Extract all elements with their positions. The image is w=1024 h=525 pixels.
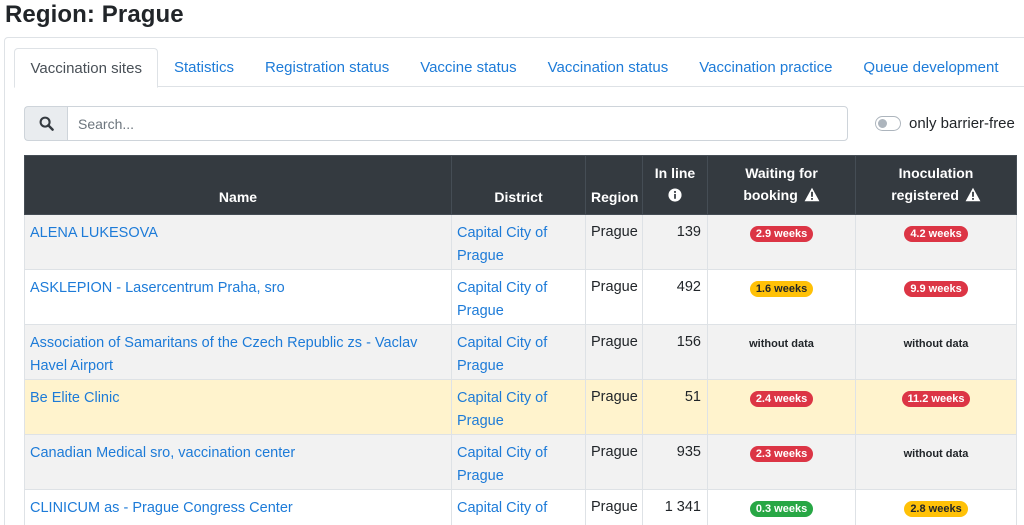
site-name-link[interactable]: Canadian Medical sro, vaccination center [30, 445, 295, 461]
tab-vaccination-status[interactable]: Vaccination status [532, 48, 684, 87]
table-row[interactable]: ASKLEPION - Lasercentrum Praha, sro Capi… [24, 269, 1017, 325]
site-name-link[interactable]: ALENA LUKESOVA [30, 225, 158, 241]
district-link[interactable]: Capital City of Prague [457, 280, 547, 319]
tab-vaccination-practice[interactable]: Vaccination practice [684, 48, 848, 87]
info-icon[interactable] [668, 186, 682, 208]
column-header-in-line[interactable]: In line [642, 155, 708, 215]
search-icon [24, 106, 67, 141]
site-name-link[interactable]: ASKLEPION - Lasercentrum Praha, sro [30, 280, 285, 296]
column-header-district[interactable]: District [451, 155, 586, 215]
table-row[interactable]: Canadian Medical sro, vaccination center… [24, 434, 1017, 490]
toggle-knob [878, 119, 887, 128]
waiting-badge: 2.3 weeks [749, 446, 814, 462]
district-link[interactable]: Capital City of Prague [457, 445, 547, 484]
district-link[interactable]: Capital City of Prague [457, 390, 547, 429]
site-name-link[interactable]: Association of Samaritans of the Czech R… [30, 335, 417, 374]
inoculation-badge: without data [903, 338, 969, 350]
column-header-waiting[interactable]: Waiting for booking [707, 155, 856, 215]
in-line-cell: 1 341 [642, 489, 708, 525]
site-name-link[interactable]: CLINICUM as - Prague Congress Center [30, 500, 293, 516]
in-line-cell: 935 [642, 434, 708, 490]
search-input[interactable] [67, 106, 848, 141]
table-row-highlighted[interactable]: Be Elite Clinic Capital City of Prague P… [24, 379, 1017, 435]
tab-statistics[interactable]: Statistics [158, 48, 249, 87]
column-header-region[interactable]: Region [585, 155, 643, 215]
waiting-badge: 2.4 weeks [749, 391, 814, 407]
in-line-cell: 156 [642, 324, 708, 380]
table-row[interactable]: CLINICUM as - Prague Congress Center Cap… [24, 489, 1017, 525]
inoculation-badge: without data [903, 448, 969, 460]
region-cell: Prague [585, 324, 643, 380]
inoculation-badge: 2.8 weeks [904, 501, 968, 517]
tab-queue-development[interactable]: Queue development [848, 48, 1014, 87]
barrier-free-toggle[interactable] [875, 116, 901, 131]
district-link[interactable]: Capital City of Prague [457, 335, 547, 374]
region-cell: Prague [585, 214, 643, 270]
search-group [24, 106, 848, 141]
waiting-badge: 0.3 weeks [749, 501, 814, 517]
page-title: Region: Prague [5, 1, 184, 28]
district-link[interactable]: Capital City of Prague [457, 225, 547, 264]
column-header-inoculation[interactable]: Inoculation registered [855, 155, 1017, 215]
tab-vaccine-status[interactable]: Vaccine status [405, 48, 532, 87]
inoculation-badge: 4.2 weeks [904, 226, 968, 242]
tab-vaccination-sites[interactable]: Vaccination sites [14, 48, 159, 88]
vaccination-sites-table: Name District Region In line Waiting for… [24, 155, 1017, 525]
barrier-free-label[interactable]: only barrier-free [909, 115, 1015, 132]
district-link[interactable]: Capital City of Prague [457, 500, 547, 525]
inoculation-badge: 11.2 weeks [901, 391, 971, 407]
in-line-cell: 139 [642, 214, 708, 270]
region-cell: Prague [585, 379, 643, 435]
inoculation-badge: 9.9 weeks [904, 281, 968, 297]
waiting-badge: 2.9 weeks [749, 226, 814, 242]
waiting-badge: 1.6 weeks [749, 281, 814, 297]
in-line-cell: 492 [642, 269, 708, 325]
table-row[interactable]: ALENA LUKESOVA Capital City of Prague Pr… [24, 214, 1017, 270]
warning-icon[interactable] [804, 186, 820, 208]
table-header-row: Name District Region In line Waiting for… [24, 155, 1017, 215]
table-row[interactable]: Association of Samaritans of the Czech R… [24, 324, 1017, 380]
tab-registration-status[interactable]: Registration status [249, 48, 404, 87]
region-cell: Prague [585, 269, 643, 325]
region-cell: Prague [585, 434, 643, 490]
warning-icon[interactable] [965, 186, 981, 208]
in-line-cell: 51 [642, 379, 708, 435]
tab-bar: Vaccination sites Statistics Registratio… [14, 48, 1024, 88]
waiting-badge: without data [749, 338, 814, 350]
column-header-name[interactable]: Name [24, 155, 452, 215]
site-name-link[interactable]: Be Elite Clinic [30, 390, 119, 406]
region-cell: Prague [585, 489, 643, 525]
